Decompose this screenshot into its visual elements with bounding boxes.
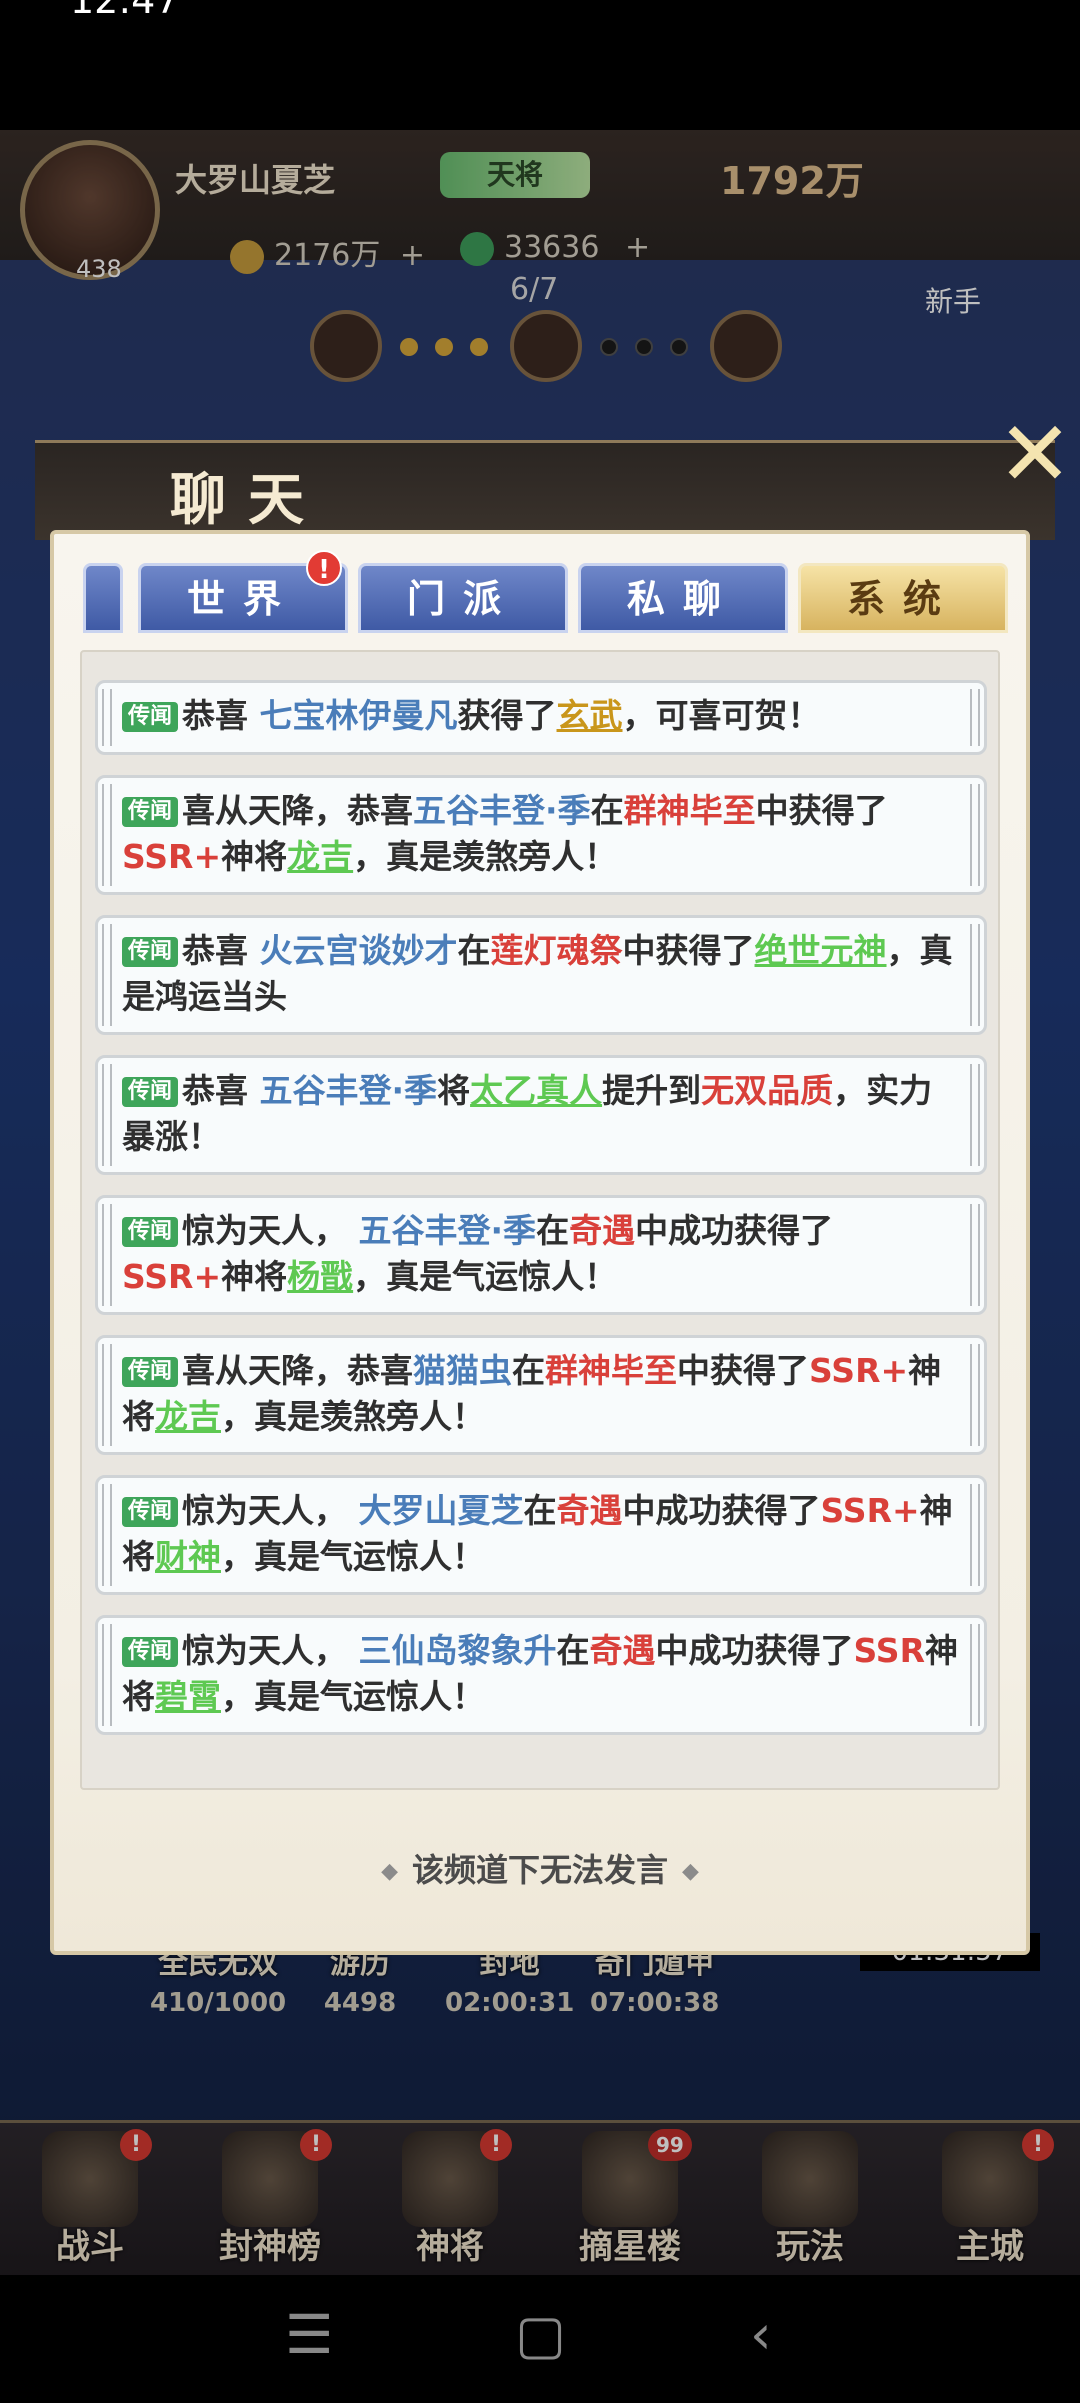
- player-name-link[interactable]: 三仙岛黎象升: [359, 1631, 557, 1670]
- message-text: 喜从天降，恭喜: [182, 791, 414, 830]
- message-text: SSR+: [122, 837, 222, 876]
- message-text: ，真是气运惊人！: [221, 1677, 485, 1716]
- message-text: 获得了: [457, 696, 557, 735]
- player-name-link[interactable]: 五谷丰登·季: [413, 791, 591, 830]
- home-icon[interactable]: ▢: [515, 2303, 566, 2366]
- list-item: 传闻 恭喜 火云宫谈妙才在莲灯魂祭中获得了绝世元神，真是鸿运当头: [95, 915, 987, 1035]
- item-link[interactable]: 碧霄: [155, 1677, 221, 1716]
- message-text: 在: [556, 1631, 590, 1670]
- message-text: 无双品质: [701, 1071, 834, 1110]
- message-text: 中成功获得了: [635, 1211, 834, 1250]
- message-text: 恭喜: [182, 696, 260, 735]
- message-text: 在: [523, 1491, 557, 1530]
- message-text: ，可喜可贺！: [622, 696, 821, 735]
- tab-private[interactable]: 私聊: [578, 563, 788, 633]
- player-name-link[interactable]: 五谷丰登·季: [359, 1211, 537, 1250]
- message-text: SSR+: [122, 1257, 222, 1296]
- message-text: ，真是羡煞旁人！: [353, 837, 618, 876]
- message-text: 中获得了: [755, 791, 888, 830]
- message-text: 神将: [221, 1257, 288, 1296]
- item-link[interactable]: 龙吉: [155, 1397, 221, 1436]
- tab-world-badge: !: [306, 550, 342, 586]
- message-text: 奇遇: [589, 1631, 656, 1670]
- item-link[interactable]: 龙吉: [287, 837, 353, 876]
- message-text: 中获得了: [677, 1351, 810, 1390]
- player-name-link[interactable]: 七宝林伊曼凡: [260, 696, 458, 735]
- message-text: SSR+: [820, 1491, 920, 1530]
- message-text: 中成功获得了: [655, 1631, 854, 1670]
- message-text: 神将: [221, 837, 288, 876]
- rumor-tag: 传闻: [122, 1077, 179, 1107]
- message-text: 中成功获得了: [622, 1491, 821, 1530]
- list-item: 传闻 惊为天人， 三仙岛黎象升在奇遇中成功获得了SSR神将碧霄，真是气运惊人！: [95, 1615, 987, 1735]
- player-name-link[interactable]: 猫猫虫: [413, 1351, 512, 1390]
- rumor-tag: 传闻: [122, 1637, 179, 1667]
- notice-text: 该频道下无法发言: [411, 1851, 668, 1889]
- rumor-tag: 传闻: [122, 702, 179, 732]
- tab-system[interactable]: 系统: [798, 563, 1008, 633]
- player-name-link[interactable]: 火云宫谈妙才: [260, 931, 458, 970]
- message-text: ，真是羡煞旁人！: [221, 1397, 485, 1436]
- status-time: 12:47: [70, 0, 180, 22]
- message-text: 群神毕至: [623, 791, 756, 830]
- message-text: 提升到: [602, 1071, 702, 1110]
- item-link[interactable]: 杨戬: [287, 1257, 353, 1296]
- message-text: SSR+: [809, 1351, 909, 1390]
- item-link[interactable]: 太乙真人: [470, 1071, 602, 1110]
- menu-icon[interactable]: ☰: [285, 2303, 333, 2366]
- message-text: 惊为天人，: [182, 1211, 359, 1250]
- message-text: ，真是气运惊人！: [221, 1537, 485, 1576]
- player-name-link[interactable]: 大罗山夏芝: [359, 1491, 524, 1530]
- message-text: 在: [457, 931, 491, 970]
- player-name-link[interactable]: 五谷丰登·季: [260, 1071, 438, 1110]
- list-item: 传闻 恭喜 七宝林伊曼凡获得了玄武，可喜可贺！: [95, 680, 987, 755]
- list-item: 传闻 惊为天人， 大罗山夏芝在奇遇中成功获得了SSR+神将财神，真是气运惊人！: [95, 1475, 987, 1595]
- diamond-right-icon: ◆: [682, 1859, 699, 1884]
- message-text: ，真是气运惊人！: [353, 1257, 618, 1296]
- message-text: SSR: [853, 1631, 925, 1670]
- system-nav: ☰ ▢ ‹: [0, 2275, 1080, 2403]
- message-text: 惊为天人，: [182, 1631, 359, 1670]
- close-x-icon[interactable]: ✕: [990, 410, 1080, 500]
- chat-tabs: 世界 门派 私聊 系统: [83, 563, 1013, 633]
- message-text: 惊为天人，: [182, 1491, 359, 1530]
- list-item: 传闻 喜从天降，恭喜五谷丰登·季在群神毕至中获得了 SSR+神将龙吉，真是羡煞旁人！: [95, 775, 987, 895]
- no-speak-notice: ◆ 该频道下无法发言 ◆: [50, 1845, 1030, 1891]
- message-text: 群神毕至: [545, 1351, 678, 1390]
- message-text: 喜从天降，恭喜: [182, 1351, 414, 1390]
- item-link[interactable]: 财神: [155, 1537, 221, 1576]
- message-text: 奇遇: [569, 1211, 636, 1250]
- diamond-left-icon: ◆: [381, 1859, 398, 1884]
- message-text: 恭喜: [182, 1071, 260, 1110]
- rumor-tag: 传闻: [122, 937, 179, 967]
- message-text: 在: [512, 1351, 546, 1390]
- message-text: 中获得了: [622, 931, 755, 970]
- rumor-tag: 传闻: [122, 797, 179, 827]
- item-link[interactable]: 玄武: [557, 696, 623, 735]
- message-text: 将: [437, 1071, 471, 1110]
- tab-sect[interactable]: 门派: [358, 563, 568, 633]
- status-bar: 12:47: [0, 0, 1080, 130]
- rumor-tag: 传闻: [122, 1497, 179, 1527]
- list-item: 传闻 喜从天降，恭喜猫猫虫在群神毕至中获得了SSR+神将龙吉，真是羡煞旁人！: [95, 1335, 987, 1455]
- rumor-tag: 传闻: [122, 1217, 179, 1247]
- list-item: 传闻 恭喜 五谷丰登·季将太乙真人提升到无双品质，实力暴涨！: [95, 1055, 987, 1175]
- tab-scroll-left[interactable]: [83, 563, 123, 633]
- rumor-tag: 传闻: [122, 1357, 179, 1387]
- item-link[interactable]: 绝世元神: [755, 931, 887, 970]
- message-text: 奇遇: [556, 1491, 623, 1530]
- message-text: 恭喜: [182, 931, 260, 970]
- back-icon[interactable]: ‹: [750, 2303, 772, 2366]
- chat-title: 聊天: [170, 468, 326, 533]
- list-item: 传闻 惊为天人， 五谷丰登·季在奇遇中成功获得了 SSR+神将杨戬，真是气运惊人！: [95, 1195, 987, 1315]
- message-text: 在: [536, 1211, 570, 1250]
- message-text: 莲灯魂祭: [490, 931, 623, 970]
- message-text: 在: [590, 791, 624, 830]
